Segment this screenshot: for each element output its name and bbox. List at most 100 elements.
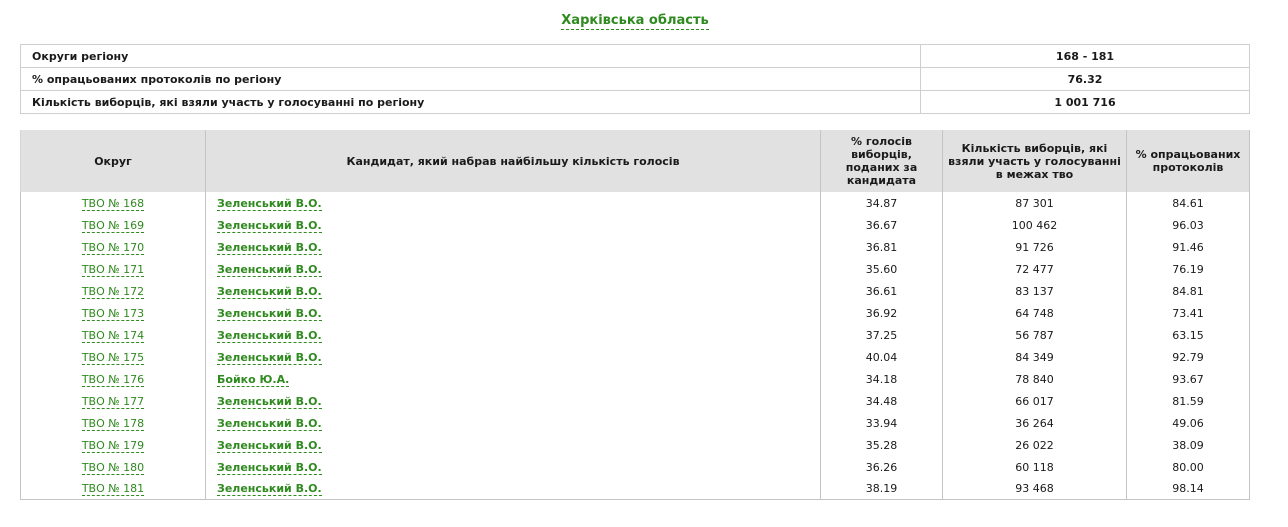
candidate-cell: Зеленський В.О. bbox=[205, 346, 821, 368]
vote-pct-cell: 35.28 bbox=[820, 434, 943, 456]
protocols-pct-cell: 96.03 bbox=[1126, 214, 1250, 236]
table-row: ТВО № 181 Зеленський В.О. 38.19 93 468 98.14 bbox=[20, 478, 1250, 500]
candidate-cell: Бойко Ю.А. bbox=[205, 368, 821, 390]
table-row: ТВО № 173 Зеленський В.О. 36.92 64 748 73.41 bbox=[20, 302, 1250, 324]
district-link[interactable]: ТВО № 181 bbox=[81, 482, 145, 496]
protocols-pct-cell: 49.06 bbox=[1126, 412, 1250, 434]
candidate-cell: Зеленський В.О. bbox=[205, 390, 821, 412]
district-link[interactable]: ТВО № 175 bbox=[81, 350, 145, 365]
candidate-link[interactable]: Зеленський В.О. bbox=[217, 350, 322, 365]
district-link[interactable]: ТВО № 170 bbox=[81, 240, 145, 255]
protocols-pct-cell: 84.81 bbox=[1126, 280, 1250, 302]
district-link[interactable]: ТВО № 177 bbox=[81, 394, 145, 409]
turnout-cell: 83 137 bbox=[942, 280, 1127, 302]
district-link[interactable]: ТВО № 169 bbox=[81, 218, 145, 233]
district-cell: ТВО № 176 bbox=[20, 368, 206, 390]
candidate-cell: Зеленський В.О. bbox=[205, 324, 821, 346]
vote-pct-cell: 36.67 bbox=[820, 214, 943, 236]
district-cell: ТВО № 179 bbox=[20, 434, 206, 456]
results-body: ТВО № 168 Зеленський В.О. 34.87 87 301 84.61… bbox=[20, 192, 1250, 500]
table-row: ТВО № 178 Зеленський В.О. 33.94 36 264 49.06 bbox=[20, 412, 1250, 434]
protocols-pct-cell: 76.19 bbox=[1126, 258, 1250, 280]
candidate-link[interactable]: Зеленський В.О. bbox=[217, 482, 322, 496]
protocols-pct-cell: 93.67 bbox=[1126, 368, 1250, 390]
district-cell: ТВО № 178 bbox=[20, 412, 206, 434]
candidate-link[interactable]: Зеленський В.О. bbox=[217, 284, 322, 299]
table-row: ТВО № 176 Бойко Ю.А. 34.18 78 840 93.67 bbox=[20, 368, 1250, 390]
vote-pct-cell: 35.60 bbox=[820, 258, 943, 280]
protocols-pct-cell: 38.09 bbox=[1126, 434, 1250, 456]
protocols-pct-cell: 63.15 bbox=[1126, 324, 1250, 346]
candidate-link[interactable]: Зеленський В.О. bbox=[217, 460, 322, 475]
vote-pct-cell: 37.25 bbox=[820, 324, 943, 346]
district-cell: ТВО № 180 bbox=[20, 456, 206, 478]
vote-pct-cell: 34.18 bbox=[820, 368, 943, 390]
header-protocols-pct: % опрацьованих протоколів bbox=[1126, 130, 1250, 192]
protocols-pct-cell: 98.14 bbox=[1126, 478, 1250, 500]
district-results-table: Округ Кандидат, який набрав найбільшу кі… bbox=[20, 130, 1250, 500]
turnout-cell: 84 349 bbox=[942, 346, 1127, 368]
district-link[interactable]: ТВО № 179 bbox=[81, 438, 145, 453]
district-link[interactable]: ТВО № 176 bbox=[81, 372, 145, 387]
district-cell: ТВО № 169 bbox=[20, 214, 206, 236]
region-summary-table: Округи регіону 168 - 181 % опрацьованих … bbox=[20, 44, 1250, 114]
candidate-link[interactable]: Зеленський В.О. bbox=[217, 328, 322, 343]
candidate-link[interactable]: Зеленський В.О. bbox=[217, 240, 322, 255]
summary-value: 76.32 bbox=[920, 67, 1250, 91]
turnout-cell: 100 462 bbox=[942, 214, 1127, 236]
turnout-cell: 78 840 bbox=[942, 368, 1127, 390]
district-link[interactable]: ТВО № 171 bbox=[81, 262, 145, 277]
candidate-link[interactable]: Зеленський В.О. bbox=[217, 416, 322, 431]
candidate-cell: Зеленський В.О. bbox=[205, 280, 821, 302]
summary-body: Округи регіону 168 - 181 % опрацьованих … bbox=[20, 44, 1250, 114]
district-cell: ТВО № 172 bbox=[20, 280, 206, 302]
candidate-link[interactable]: Бойко Ю.А. bbox=[217, 372, 290, 387]
turnout-cell: 60 118 bbox=[942, 456, 1127, 478]
protocols-pct-cell: 92.79 bbox=[1126, 346, 1250, 368]
summary-row-protocols: % опрацьованих протоколів по регіону 76.… bbox=[20, 67, 1250, 91]
vote-pct-cell: 34.48 bbox=[820, 390, 943, 412]
district-cell: ТВО № 171 bbox=[20, 258, 206, 280]
district-link[interactable]: ТВО № 180 bbox=[81, 460, 145, 475]
candidate-link[interactable]: Зеленський В.О. bbox=[217, 218, 322, 233]
turnout-cell: 91 726 bbox=[942, 236, 1127, 258]
header-district: Округ bbox=[20, 130, 206, 192]
header-turnout: Кількість виборців, які взяли участь у г… bbox=[942, 130, 1127, 192]
turnout-cell: 66 017 bbox=[942, 390, 1127, 412]
header-row: Округ Кандидат, який набрав найбільшу кі… bbox=[20, 130, 1250, 192]
table-row: ТВО № 177 Зеленський В.О. 34.48 66 017 81.59 bbox=[20, 390, 1250, 412]
protocols-pct-cell: 84.61 bbox=[1126, 192, 1250, 214]
region-title-link[interactable]: Харківська область bbox=[561, 13, 709, 30]
candidate-link[interactable]: Зеленський В.О. bbox=[217, 394, 322, 409]
table-row: ТВО № 169 Зеленський В.О. 36.67 100 462 96.0… bbox=[20, 214, 1250, 236]
candidate-link[interactable]: Зеленський В.О. bbox=[217, 306, 322, 321]
candidate-cell: Зеленський В.О. bbox=[205, 236, 821, 258]
summary-value: 1 001 716 bbox=[920, 90, 1250, 114]
candidate-cell: Зеленський В.О. bbox=[205, 434, 821, 456]
candidate-cell: Зеленський В.О. bbox=[205, 412, 821, 434]
district-cell: ТВО № 174 bbox=[20, 324, 206, 346]
candidate-link[interactable]: Зеленський В.О. bbox=[217, 262, 322, 277]
district-cell: ТВО № 173 bbox=[20, 302, 206, 324]
protocols-pct-cell: 80.00 bbox=[1126, 456, 1250, 478]
district-link[interactable]: ТВО № 173 bbox=[81, 306, 145, 321]
vote-pct-cell: 36.81 bbox=[820, 236, 943, 258]
region-title: Харківська область bbox=[0, 13, 1270, 30]
candidate-link[interactable]: Зеленський В.О. bbox=[217, 196, 322, 211]
vote-pct-cell: 33.94 bbox=[820, 412, 943, 434]
vote-pct-cell: 36.61 bbox=[820, 280, 943, 302]
district-link[interactable]: ТВО № 178 bbox=[81, 416, 145, 431]
table-row: ТВО № 172 Зеленський В.О. 36.61 83 137 84.81 bbox=[20, 280, 1250, 302]
candidate-cell: Зеленський В.О. bbox=[205, 258, 821, 280]
table-row: ТВО № 175 Зеленський В.О. 40.04 84 349 92.79 bbox=[20, 346, 1250, 368]
turnout-cell: 56 787 bbox=[942, 324, 1127, 346]
district-link[interactable]: ТВО № 172 bbox=[81, 284, 145, 299]
district-link[interactable]: ТВО № 174 bbox=[81, 328, 145, 343]
turnout-cell: 72 477 bbox=[942, 258, 1127, 280]
candidate-link[interactable]: Зеленський В.О. bbox=[217, 438, 322, 453]
header-vote-pct: % голосів виборців, поданих за кандидата bbox=[820, 130, 943, 192]
district-link[interactable]: ТВО № 168 bbox=[81, 196, 145, 211]
table-row: ТВО № 180 Зеленський В.О. 36.26 60 118 80.00 bbox=[20, 456, 1250, 478]
candidate-cell: Зеленський В.О. bbox=[205, 302, 821, 324]
district-cell: ТВО № 168 bbox=[20, 192, 206, 214]
